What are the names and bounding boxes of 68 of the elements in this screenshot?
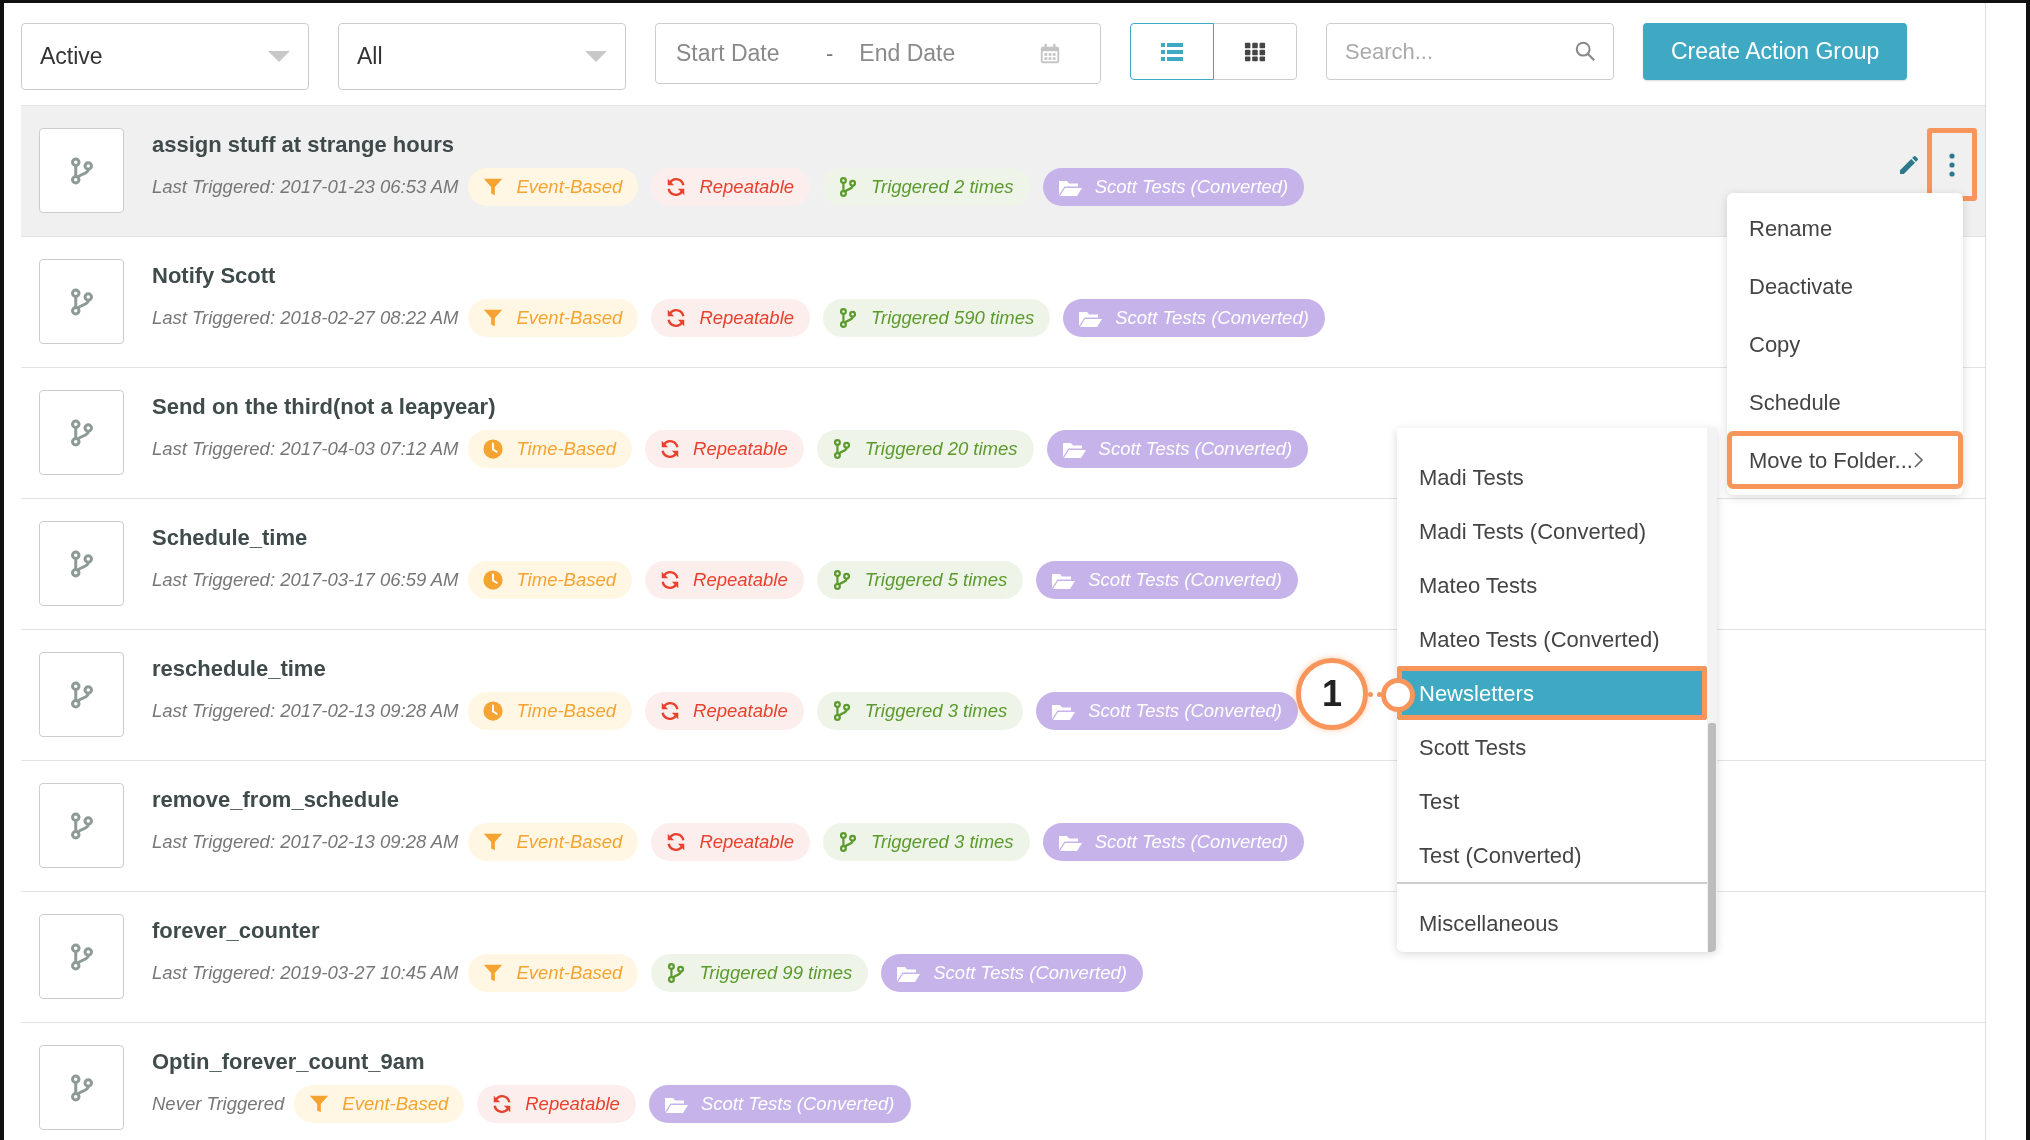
event-tag: Event-Based	[468, 168, 639, 206]
repeatable-tag: Repeatable	[651, 168, 811, 206]
trigger-count-tag: Triggered 3 times	[816, 692, 1024, 730]
folder-tag: Scott Tests (Converted)	[881, 954, 1143, 992]
action-group-name[interactable]: Notify Scott	[152, 265, 276, 287]
trigger-count-tag: Triggered 3 times	[823, 823, 1030, 861]
last-triggered-text: Last Triggered: 2017-01-23 06:53 AM	[152, 175, 459, 200]
repeatable-tag: Repeatable	[645, 430, 804, 468]
last-triggered-text: Last Triggered: 2017-02-13 09:28 AM	[152, 830, 459, 855]
action-group-name[interactable]: Schedule_time	[152, 527, 308, 549]
event-tag: Event-Based	[468, 299, 639, 337]
grid-icon	[1244, 40, 1266, 63]
trigger-count-tag: Triggered 590 times	[823, 299, 1051, 337]
folder-tag: Scott Tests (Converted)	[1063, 299, 1325, 337]
kebab-icon	[1948, 152, 1956, 177]
repeatable-tag: Repeatable	[651, 299, 811, 337]
action-group-name[interactable]: Send on the third(not a leapyear)	[152, 396, 496, 418]
last-triggered-text: Last Triggered: 2017-02-13 09:28 AM	[152, 699, 459, 724]
trigger-count-tag: Triggered 20 times	[816, 430, 1034, 468]
action-group-name[interactable]: remove_from_schedule	[152, 789, 399, 811]
folder-tag: Scott Tests (Converted)	[1042, 823, 1305, 861]
clock-icon	[482, 438, 505, 460]
folder-tag: Scott Tests (Converted)	[648, 1085, 911, 1123]
last-triggered-text: Last Triggered: 2017-04-03 07:12 AM	[152, 437, 459, 462]
trigger-count-tag: Triggered 99 times	[651, 954, 869, 992]
search-icon	[1574, 40, 1596, 62]
menu-item[interactable]: Schedule	[1727, 373, 1963, 431]
event-tag: Event-Based	[468, 823, 639, 861]
menu-item[interactable]: Rename	[1727, 199, 1963, 257]
menu-item[interactable]: Move to Folder...	[1727, 431, 1963, 489]
folder-tag: Scott Tests (Converted)	[1042, 168, 1305, 206]
calendar-icon	[1039, 42, 1062, 65]
repeatable-tag: Repeatable	[651, 823, 811, 861]
clock-icon	[482, 700, 505, 722]
last-triggered-text: Last Triggered: 2017-03-17 06:59 AM	[152, 568, 459, 593]
action-group-name[interactable]: reschedule_time	[152, 658, 326, 680]
action-group-name[interactable]: forever_counter	[152, 920, 320, 942]
repeatable-tag: Repeatable	[477, 1085, 636, 1123]
time-tag: Time-Based	[468, 692, 633, 730]
action-group-name[interactable]: Optin_forever_count_9am	[152, 1051, 425, 1073]
more-options-button[interactable]	[1927, 128, 1977, 201]
folder-tag: Scott Tests (Converted)	[1036, 692, 1298, 730]
event-tag: Event-Based	[294, 1085, 465, 1123]
repeatable-tag: Repeatable	[645, 561, 804, 599]
date-separator: -	[826, 40, 834, 68]
last-triggered-text: Last Triggered: 2018-02-27 08:22 AM	[152, 306, 459, 331]
folder-tag: Scott Tests (Converted)	[1046, 430, 1309, 468]
time-tag: Time-Based	[468, 430, 633, 468]
folder-tag: Scott Tests (Converted)	[1036, 561, 1298, 599]
search-field[interactable]: Search...	[1326, 23, 1614, 80]
action-group-name[interactable]: assign stuff at strange hours	[152, 134, 454, 156]
trigger-count-tag: Triggered 5 times	[816, 561, 1024, 599]
caret-icon	[268, 51, 290, 62]
dropdown-select[interactable]: All	[338, 23, 626, 90]
time-tag: Time-Based	[468, 561, 633, 599]
clock-icon	[482, 569, 505, 591]
caret-icon	[585, 51, 607, 62]
repeatable-tag: Repeatable	[645, 692, 804, 730]
date-range-field[interactable]: Start Date - End Date	[655, 23, 1101, 84]
dropdown-select[interactable]: Active	[21, 23, 309, 90]
menu-item[interactable]: Deactivate	[1727, 257, 1963, 315]
last-triggered-text: Never Triggered	[152, 1092, 285, 1117]
event-tag: Event-Based	[468, 954, 639, 992]
grid-view-button[interactable]	[1213, 23, 1297, 80]
last-triggered-text: Last Triggered: 2019-03-27 10:45 AM	[152, 961, 459, 986]
chevron-icon	[1912, 451, 1924, 469]
trigger-count-tag: Triggered 2 times	[823, 168, 1030, 206]
menu-item[interactable]: Copy	[1727, 315, 1963, 373]
